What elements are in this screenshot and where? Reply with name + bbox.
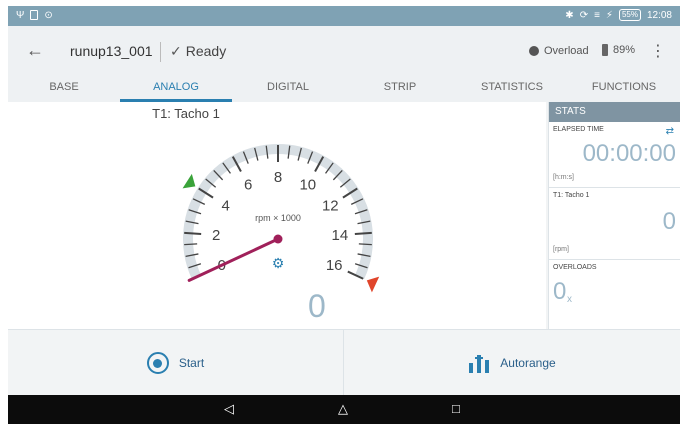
record-icon	[146, 352, 169, 374]
gauge-hub	[273, 234, 283, 244]
check-icon: ✓	[170, 43, 182, 59]
battery-icon	[602, 44, 608, 56]
tab-functions[interactable]: FUNCTIONS	[568, 78, 680, 102]
overloads-block: OVERLOADS 0 x	[549, 260, 680, 328]
battery-level: 89%	[613, 44, 636, 56]
elapsed-time-block: ELAPSED TIME ⇄ 00:00:00 [h:m:s]	[549, 122, 680, 188]
charging-icon: ⚡	[605, 9, 613, 21]
analog-panel: T1: Tacho 1 0246810121416rpm × 1000⚙ 0	[8, 102, 546, 329]
overloads-label: OVERLOADS	[553, 264, 597, 271]
status-text: Ready	[185, 43, 227, 59]
tab-base[interactable]: BASE	[8, 78, 120, 102]
gauge-settings-icon[interactable]: ⚙	[272, 255, 285, 271]
channel-block: T1: Tacho 1 0 [rpm]	[549, 188, 680, 260]
app-bar: ← runup13_001 ✓ Ready Overload 89% ⋮	[8, 26, 680, 78]
stats-panel: STATS ELAPSED TIME ⇄ 00:00:00 [h:m:s] T1…	[548, 102, 680, 329]
tab-strip[interactable]: STRIP	[344, 78, 456, 102]
stats-header: STATS	[549, 102, 680, 122]
android-nav-bar: ◁ △ □	[8, 395, 680, 424]
device-frame: Ψ ⊙ ✱ ⟳ ≡ ⚡ 55% 12:08 ← runup13_001 ✓ Rea…	[0, 0, 684, 424]
gauge-tick-label: 14	[332, 227, 349, 244]
gauge: 0246810121416rpm × 1000⚙	[182, 144, 380, 293]
gauge-major-tick	[354, 231, 372, 235]
action-bar: Start Autorange	[8, 329, 680, 396]
gauge-unit: rpm × 1000	[255, 213, 301, 223]
nav-back-icon[interactable]: ◁	[224, 401, 234, 417]
tab-analog[interactable]: ANALOG	[120, 78, 232, 102]
header-divider	[160, 42, 161, 62]
channel-value: 0	[662, 208, 676, 235]
gauge-minor-tick	[358, 243, 372, 246]
low-marker-icon	[182, 173, 196, 189]
tab-bar: BASE ANALOG DIGITAL STRIP STATISTICS FUN…	[8, 78, 680, 102]
overflow-menu-icon[interactable]: ⋮	[650, 41, 666, 61]
overload-dot-icon	[529, 46, 539, 56]
gauge-major-tick	[184, 231, 202, 235]
status-bar: Ψ ⊙ ✱ ⟳ ≡ ⚡ 55% 12:08	[8, 6, 680, 26]
channel-unit: [rpm]	[553, 246, 569, 253]
overloads-sub: x	[567, 294, 572, 305]
high-marker-icon	[366, 276, 380, 293]
sync-icon: ⟳	[579, 9, 589, 21]
nav-recents-icon[interactable]: □	[452, 401, 460, 416]
start-button[interactable]: Start	[8, 330, 344, 396]
tab-statistics[interactable]: STATISTICS	[456, 78, 568, 102]
overloads-value: 0	[553, 278, 567, 305]
image-icon	[30, 10, 39, 20]
elapsed-value: 00:00:00	[582, 140, 676, 167]
screen: Ψ ⊙ ✱ ⟳ ≡ ⚡ 55% 12:08 ← runup13_001 ✓ Rea…	[8, 6, 680, 424]
gauge-tick-label: 6	[244, 177, 252, 194]
page-title: runup13_001	[70, 43, 153, 59]
gauge-tick-label: 12	[322, 198, 339, 215]
elapsed-label: ELAPSED TIME	[553, 126, 604, 133]
gauge-tick-label: 4	[222, 198, 230, 215]
wifi-icon: ≡	[594, 9, 600, 21]
start-label: Start	[178, 356, 205, 370]
channel-label: T1: Tacho 1	[553, 192, 590, 199]
gauge-tick-label: 16	[326, 257, 343, 274]
gauge-value: 0	[308, 288, 326, 324]
nav-home-icon[interactable]: △	[338, 401, 348, 417]
overload-label: Overload	[544, 45, 589, 57]
autorange-icon	[469, 355, 490, 373]
gauge-tick-label: 10	[299, 177, 316, 194]
clock: 12:08	[646, 9, 672, 21]
gauge-minor-tick	[184, 243, 198, 246]
bluetooth-icon: ✱	[565, 9, 574, 21]
gauge-needle	[187, 237, 280, 282]
autorange-label: Autorange	[500, 356, 556, 370]
usb-icon: Ψ	[16, 10, 25, 21]
tab-digital[interactable]: DIGITAL	[232, 78, 344, 102]
info-icon: ⊙	[44, 10, 53, 21]
swap-icon[interactable]: ⇄	[666, 126, 674, 137]
back-arrow-icon[interactable]: ←	[26, 40, 44, 61]
autorange-button[interactable]: Autorange	[344, 330, 680, 396]
battery-indicator: 89%	[602, 44, 635, 56]
overload-indicator: Overload	[529, 45, 589, 57]
status-ready: ✓ Ready	[170, 43, 226, 60]
gauge-tick-label: 2	[212, 227, 220, 244]
elapsed-unit: [h:m:s]	[553, 174, 575, 181]
battery-badge: 55%	[618, 9, 641, 21]
gauge-tick-label: 8	[274, 169, 282, 186]
